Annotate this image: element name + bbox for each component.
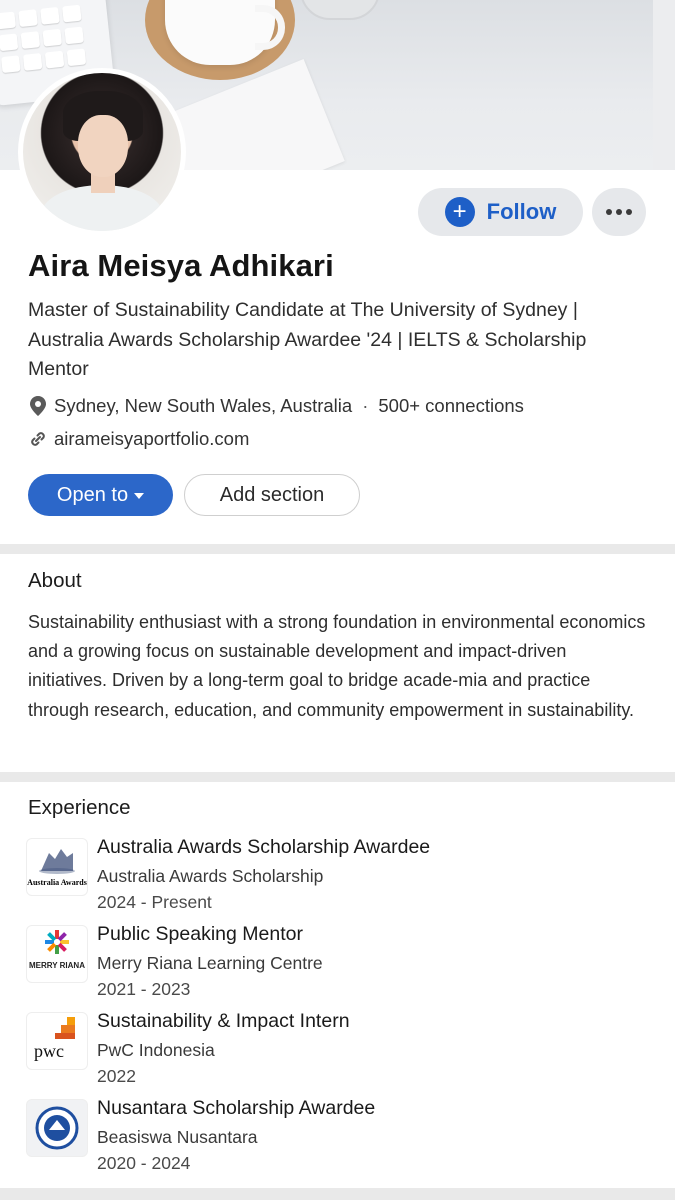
profile-name: Aira Meisya Adhikari — [28, 248, 334, 283]
profile-page: + Follow Aira Meisya Adhikari Master of … — [0, 0, 675, 1200]
seal-emblem-icon — [35, 1106, 79, 1150]
open-to-button[interactable]: Open to — [28, 474, 173, 516]
avatar-photo — [23, 73, 181, 231]
connections-link[interactable]: 500+ connections — [378, 395, 524, 417]
beasiswa-nusantara-logo — [26, 1099, 88, 1157]
pwc-logo: pwc — [26, 1012, 88, 1070]
kangaroo-emblem-icon: Australia Awards — [27, 849, 87, 887]
avatar[interactable] — [18, 68, 186, 236]
ellipsis-icon — [606, 209, 612, 215]
experience-item[interactable]: Australia Awards Australia Awards Schola… — [20, 836, 660, 918]
section-divider — [0, 1188, 675, 1200]
australia-awards-logo: Australia Awards — [26, 838, 88, 896]
profile-headline: Master of Sustainability Candidate at Th… — [28, 299, 587, 380]
more-options-button[interactable] — [592, 188, 646, 236]
experience-dates: 2021 - 2023 — [97, 979, 191, 999]
separator-dot: · — [362, 395, 369, 416]
flower-logo-icon: MERRY RIANA — [29, 930, 85, 970]
website-row: airameisyaportfolio.com — [28, 428, 249, 450]
caret-down-icon — [134, 493, 145, 499]
logo-caption: MERRY RIANA — [29, 961, 85, 970]
location-text: Sydney, New South Wales, Australia — [54, 395, 353, 416]
ellipsis-dot — [626, 209, 632, 215]
experience-title: Experience — [28, 796, 131, 819]
experience-dates: 2024 - Present — [97, 892, 212, 912]
open-to-label: Open to — [56, 483, 129, 506]
add-section-button[interactable]: Add section — [184, 474, 360, 516]
experience-company: Australia Awards Scholarship — [97, 866, 324, 886]
experience-item[interactable]: Nusantara Scholarship Awardee Beasiswa N… — [20, 1097, 660, 1179]
follow-label: Follow — [486, 199, 557, 224]
about-title: About — [28, 569, 82, 592]
experience-item[interactable]: MERRY RIANA Public Speaking Mentor Merry… — [20, 923, 660, 1005]
merry-riana-logo: MERRY RIANA — [26, 925, 88, 983]
follow-button[interactable]: + Follow — [418, 188, 583, 236]
logo-caption: pwc — [34, 1041, 64, 1061]
pwc-blocks-icon: pwc — [34, 1017, 75, 1061]
ellipsis-dot — [616, 209, 622, 215]
section-divider — [0, 772, 675, 782]
experience-item[interactable]: pwc Sustainability & Impact Intern PwC I… — [20, 1010, 660, 1092]
experience-title-text: Sustainability & Impact Intern — [97, 1010, 350, 1032]
experience-dates: 2020 - 2024 — [97, 1153, 191, 1173]
experience-title-text: Australia Awards Scholarship Awardee — [97, 836, 431, 858]
about-text: Sustainability enthusiast with a strong … — [28, 612, 646, 720]
glass-illustration — [300, 0, 380, 20]
experience-title-text: Public Speaking Mentor — [97, 923, 303, 945]
link-icon — [31, 432, 45, 446]
experience-title-text: Nusantara Scholarship Awardee — [97, 1097, 376, 1119]
experience-dates: 2022 — [97, 1066, 136, 1086]
plus-icon: + — [444, 197, 475, 227]
experience-company: PwC Indonesia — [97, 1040, 215, 1060]
location-row: Sydney, New South Wales, Australia · 500… — [28, 395, 524, 417]
experience-company: Beasiswa Nusantara — [97, 1127, 258, 1147]
website-link[interactable]: airameisyaportfolio.com — [54, 428, 249, 450]
location-pin-icon — [30, 396, 46, 416]
logo-caption: Australia Awards — [27, 878, 87, 887]
experience-company: Merry Riana Learning Centre — [97, 953, 323, 973]
cover-edge — [653, 0, 675, 170]
section-divider — [0, 544, 675, 554]
